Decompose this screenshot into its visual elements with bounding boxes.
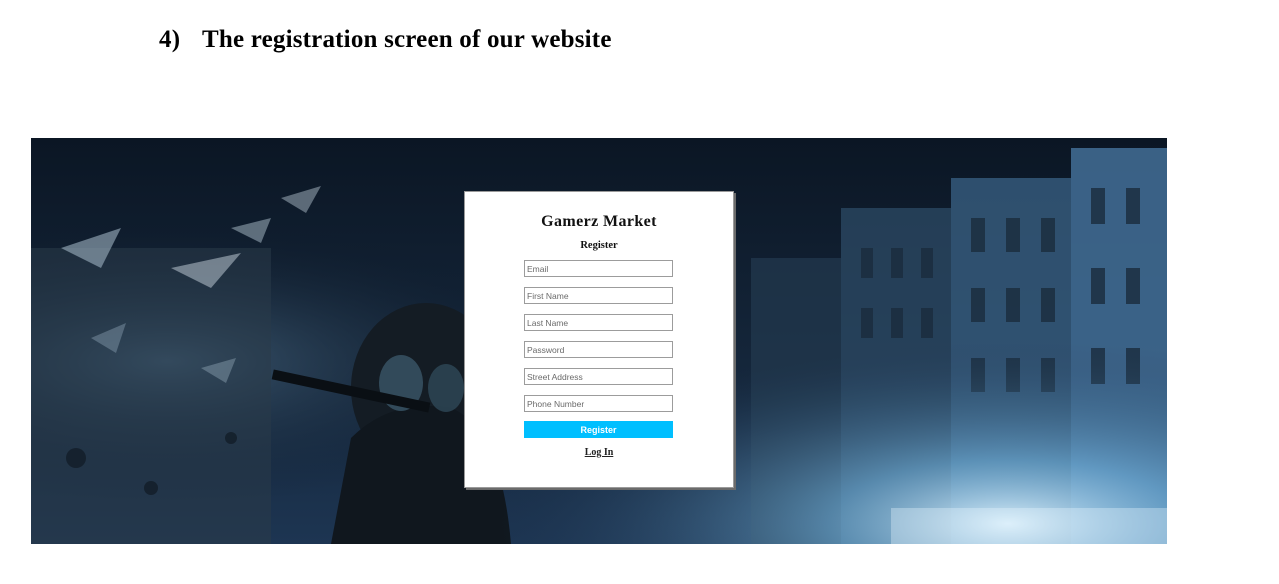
password-field[interactable] xyxy=(524,341,673,358)
last-name-field[interactable] xyxy=(524,314,673,331)
email-field[interactable] xyxy=(524,260,673,277)
phone-number-field[interactable] xyxy=(524,395,673,412)
register-button[interactable]: Register xyxy=(524,421,673,438)
heading-text: The registration screen of our website xyxy=(202,26,612,53)
website-screenshot: Gamerz Market Register Register Log In xyxy=(31,138,1167,544)
section-number: 4) xyxy=(159,26,181,53)
login-link[interactable]: Log In xyxy=(465,447,733,458)
form-title: Register xyxy=(580,240,618,251)
street-address-field[interactable] xyxy=(524,368,673,385)
document-heading: 4) The registration screen of our website xyxy=(159,26,612,54)
site-title: Gamerz Market xyxy=(541,213,657,230)
first-name-field[interactable] xyxy=(524,287,673,304)
registration-panel: Gamerz Market Register Register Log In xyxy=(464,191,734,488)
